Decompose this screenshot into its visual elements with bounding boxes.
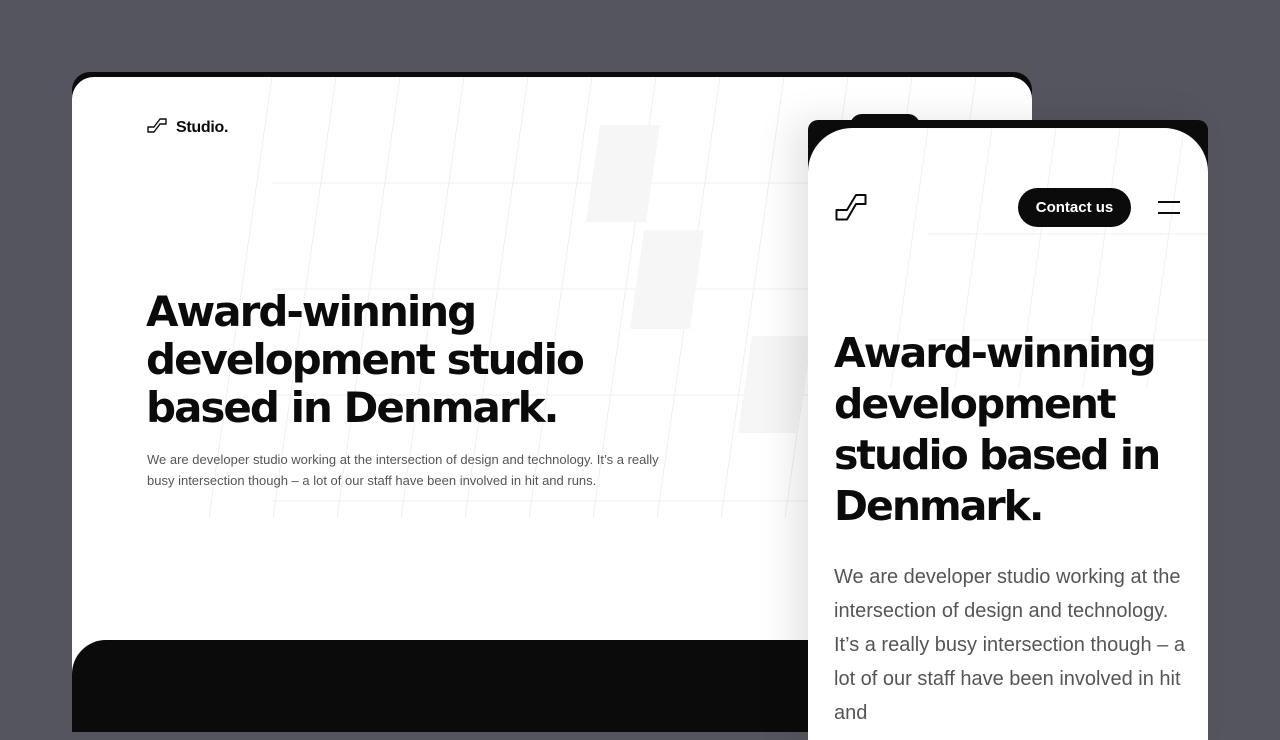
mobile-screen: Contact us Award-winning development stu… <box>808 128 1208 740</box>
contact-us-button[interactable]: Contact us <box>1018 188 1131 227</box>
hero-headline-line: Denmark. <box>834 482 1044 530</box>
brand-name: Studio. <box>176 118 229 136</box>
hero-headline-line: development <box>834 380 1117 428</box>
hero-headline-line: Award-winning <box>834 329 1157 377</box>
hero-headline: Award-winning development studio based i… <box>146 288 666 432</box>
hamburger-menu-icon[interactable] <box>1156 198 1182 218</box>
stair-step-logo-icon <box>147 117 167 138</box>
mobile-mockup: Contact us Award-winning development stu… <box>808 114 1208 740</box>
hero-headline-line: Award-winning <box>146 287 477 336</box>
stair-step-logo-icon[interactable] <box>835 193 867 226</box>
hero-headline-line: development studio <box>146 335 585 384</box>
hero-headline-line: based in Denmark. <box>146 383 559 432</box>
hero-description: We are developer studio working at the i… <box>834 566 1185 724</box>
brand-logo[interactable]: Studio. <box>147 117 228 138</box>
hero-headline: Award-winning development studio based i… <box>834 328 1196 532</box>
hero-description: We are developer studio working at the i… <box>147 452 659 488</box>
hero-headline-line: studio based in <box>834 431 1161 479</box>
